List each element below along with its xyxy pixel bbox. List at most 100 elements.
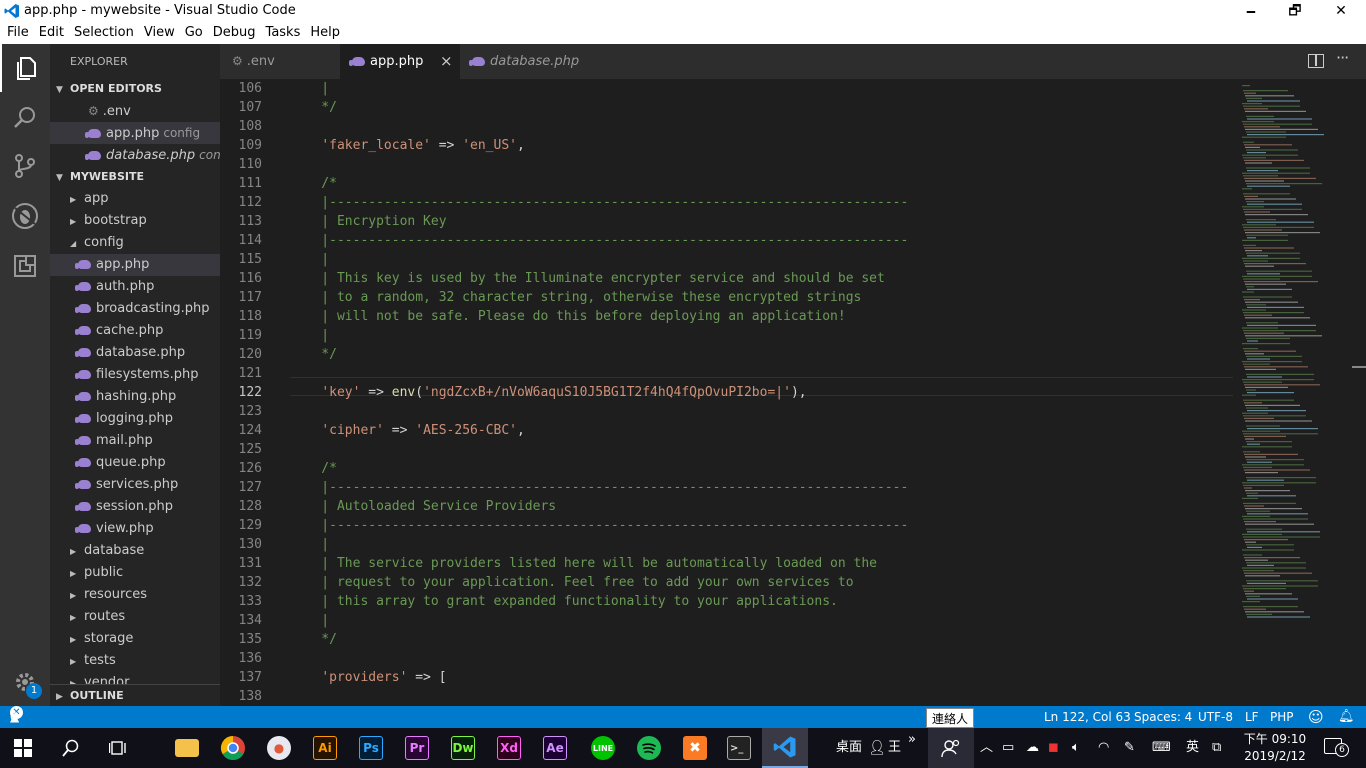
- code-line[interactable]: | to a random, 32 character string, othe…: [290, 288, 1240, 307]
- tree-folder-public[interactable]: ▶ public: [50, 562, 220, 584]
- tab-env[interactable]: ⚙ .env: [220, 44, 340, 79]
- menu-view[interactable]: View: [139, 22, 180, 44]
- tree-file-services-php[interactable]: services.php: [50, 474, 220, 496]
- explorer-icon[interactable]: [0, 44, 50, 92]
- code-line[interactable]: [290, 402, 1240, 421]
- show-hidden-icons[interactable]: ︿: [980, 728, 993, 768]
- tree-file-auth-php[interactable]: auth.php: [50, 276, 220, 298]
- code-line[interactable]: */: [290, 630, 1240, 649]
- volume-icon[interactable]: 🔈︎: [1072, 728, 1080, 768]
- tree-folder-config[interactable]: ◢ config: [50, 232, 220, 254]
- code-line[interactable]: */: [290, 345, 1240, 364]
- code-line[interactable]: |---------------------------------------…: [290, 478, 1240, 497]
- code-line[interactable]: |---------------------------------------…: [290, 516, 1240, 535]
- desktop-toolbar[interactable]: 桌面: [836, 728, 862, 768]
- file-encoding[interactable]: UTF-8: [1198, 706, 1233, 728]
- terminal-icon[interactable]: >_: [716, 728, 762, 768]
- code-line[interactable]: [290, 440, 1240, 459]
- outline-section[interactable]: ▶ OUTLINE: [50, 684, 220, 706]
- pen-icon[interactable]: ✎: [1124, 728, 1135, 768]
- code-line[interactable]: |: [290, 535, 1240, 554]
- split-editor-icon[interactable]: [1308, 54, 1324, 68]
- code-line[interactable]: [290, 364, 1240, 383]
- tree-file-cache-php[interactable]: cache.php: [50, 320, 220, 342]
- user-name[interactable]: 王: [888, 728, 901, 768]
- taskbar-search-icon[interactable]: [48, 728, 94, 768]
- minimap[interactable]: [1232, 79, 1352, 706]
- code-content[interactable]: | */ 'faker_locale' => 'en_US', /* |----…: [290, 79, 1240, 706]
- feedback-smiley-icon[interactable]: ☺: [1308, 706, 1324, 728]
- tree-file-hashing-php[interactable]: hashing.php: [50, 386, 220, 408]
- open-editor-env[interactable]: ⚙ .env: [50, 100, 220, 122]
- tree-file-filesystems-php[interactable]: filesystems.php: [50, 364, 220, 386]
- project-section[interactable]: ▼ MYWEBSITE: [50, 166, 220, 188]
- code-line[interactable]: | The service providers listed here will…: [290, 554, 1240, 573]
- code-line[interactable]: | Encryption Key: [290, 212, 1240, 231]
- task-view-icon[interactable]: [96, 728, 142, 768]
- code-line[interactable]: | will not be safe. Please do this befor…: [290, 307, 1240, 326]
- tree-file-logging-php[interactable]: logging.php: [50, 408, 220, 430]
- line-app-icon[interactable]: LINE: [580, 728, 626, 768]
- minimize-button[interactable]: 🗕: [1228, 0, 1274, 22]
- close-window-button[interactable]: ✕: [1318, 0, 1364, 22]
- settings-gear-icon[interactable]: 1: [0, 658, 50, 706]
- tree-file-database-php[interactable]: database.php: [50, 342, 220, 364]
- menu-edit[interactable]: Edit: [34, 22, 69, 44]
- wifi-icon[interactable]: ◠: [1098, 728, 1109, 768]
- xd-icon[interactable]: Xd: [486, 728, 532, 768]
- vscode-taskbar-icon[interactable]: [762, 728, 808, 768]
- cloud-sync-icon[interactable]: ☁︎: [1026, 728, 1039, 768]
- code-line[interactable]: 'key' => env('ngdZcxB+/nVoW6aquS10J5BG1T…: [290, 383, 1240, 402]
- menu-go[interactable]: Go: [180, 22, 208, 44]
- code-line[interactable]: | this array to grant expanded functiona…: [290, 592, 1240, 611]
- tree-file-view-php[interactable]: view.php: [50, 518, 220, 540]
- more-actions-icon[interactable]: ···: [1336, 48, 1349, 67]
- start-button[interactable]: [0, 728, 46, 768]
- code-line[interactable]: |: [290, 611, 1240, 630]
- input-switch-icon[interactable]: ⧉: [1212, 728, 1221, 768]
- keyboard-icon[interactable]: ⌨︎: [1152, 728, 1171, 768]
- people-icon[interactable]: [928, 728, 974, 768]
- language-mode[interactable]: PHP: [1270, 706, 1294, 728]
- paint-app-icon[interactable]: ●: [256, 728, 302, 768]
- photoshop-icon[interactable]: Ps: [348, 728, 394, 768]
- tree-file-app-php[interactable]: app.php: [50, 254, 220, 276]
- code-line[interactable]: | This key is used by the Illuminate enc…: [290, 269, 1240, 288]
- acrobat-tray-icon[interactable]: ◼: [1048, 728, 1059, 768]
- code-line[interactable]: | Autoloaded Service Providers: [290, 497, 1240, 516]
- tree-folder-tests[interactable]: ▶ tests: [50, 650, 220, 672]
- premiere-icon[interactable]: Pr: [394, 728, 440, 768]
- code-line[interactable]: |: [290, 79, 1240, 98]
- tree-folder-app[interactable]: ▶ app: [50, 188, 220, 210]
- code-line[interactable]: [290, 117, 1240, 136]
- maximize-button[interactable]: 🗗: [1272, 0, 1318, 22]
- code-line[interactable]: |: [290, 250, 1240, 269]
- illustrator-icon[interactable]: Ai: [302, 728, 348, 768]
- cursor-position[interactable]: Ln 122, Col 63: [1044, 706, 1131, 728]
- code-line[interactable]: | request to your application. Feel free…: [290, 573, 1240, 592]
- extensions-icon[interactable]: [0, 242, 50, 290]
- code-line[interactable]: [290, 155, 1240, 174]
- code-line[interactable]: /*: [290, 174, 1240, 193]
- search-icon[interactable]: [0, 94, 50, 142]
- code-line[interactable]: 'providers' => [: [290, 668, 1240, 687]
- code-line[interactable]: |---------------------------------------…: [290, 193, 1240, 212]
- tree-file-broadcasting-php[interactable]: broadcasting.php: [50, 298, 220, 320]
- code-editor[interactable]: 106 107 108 109 110 111 112 113 114 115 116 117 118 1…: [220, 79, 1366, 706]
- tree-folder-routes[interactable]: ▶ routes: [50, 606, 220, 628]
- tree-file-queue-php[interactable]: queue.php: [50, 452, 220, 474]
- code-line[interactable]: /*: [290, 459, 1240, 478]
- spotify-icon[interactable]: [626, 728, 672, 768]
- debug-icon[interactable]: [0, 192, 50, 240]
- tree-folder-resources[interactable]: ▶ resources: [50, 584, 220, 606]
- open-editor-app-php[interactable]: app.php config: [50, 122, 220, 144]
- open-editors-section[interactable]: ▼ OPEN EDITORS: [50, 78, 220, 100]
- indentation-setting[interactable]: Spaces: 4: [1134, 706, 1192, 728]
- editor-scrollbar[interactable]: [1352, 79, 1366, 706]
- code-line[interactable]: [290, 687, 1240, 706]
- clock[interactable]: 下午 09:10 2019/2/12: [1240, 731, 1310, 765]
- tab-app-php[interactable]: app.php ×: [340, 44, 460, 79]
- menu-selection[interactable]: Selection: [69, 22, 139, 44]
- dreamweaver-icon[interactable]: Dw: [440, 728, 486, 768]
- tab-database-php[interactable]: database.php: [460, 44, 596, 79]
